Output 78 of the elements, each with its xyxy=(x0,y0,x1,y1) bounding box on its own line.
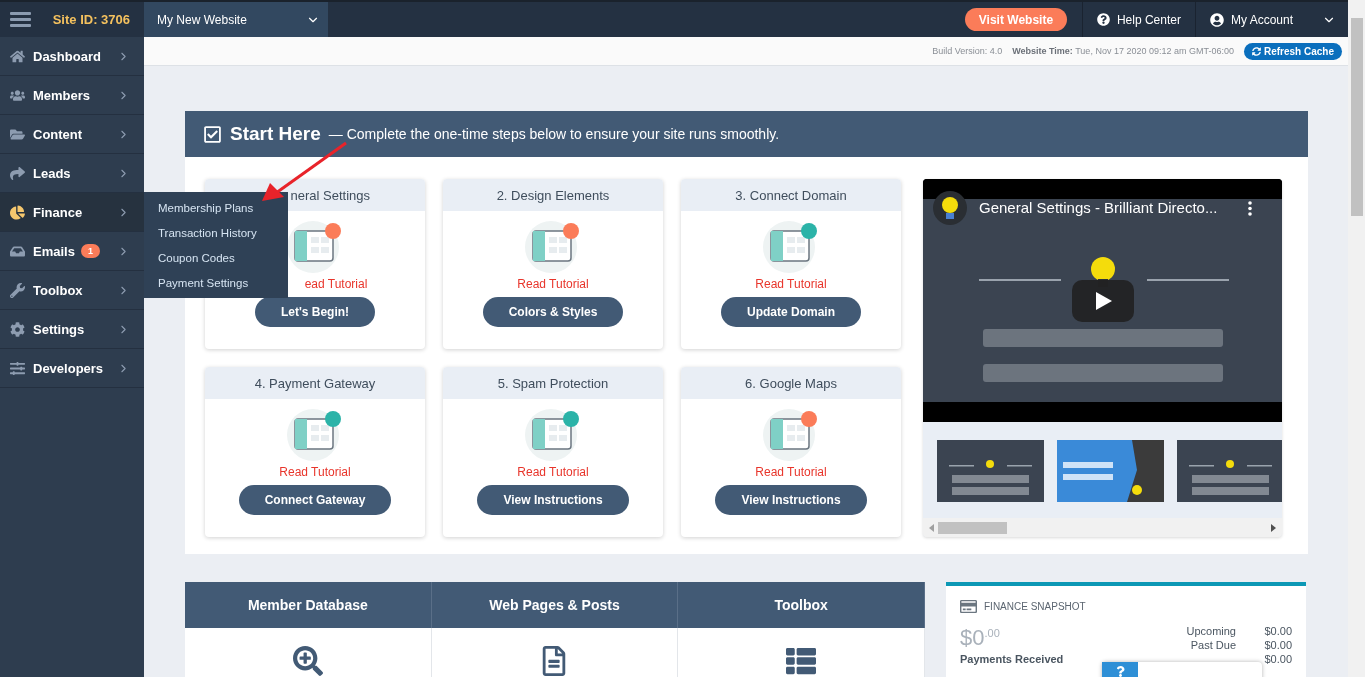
scroll-right-icon[interactable] xyxy=(1271,523,1276,532)
wrench-icon xyxy=(10,282,25,298)
read-tutorial-link[interactable]: Read Tutorial xyxy=(755,465,827,479)
step-button[interactable]: View Instructions xyxy=(477,485,629,515)
payments-received-label: Payments Received xyxy=(960,653,1064,665)
horizontal-scrollbar[interactable] xyxy=(923,518,1282,537)
refresh-icon xyxy=(1251,46,1261,56)
refresh-cache-button[interactable]: Refresh Cache xyxy=(1243,42,1342,60)
home-icon xyxy=(10,48,25,64)
scrollbar-thumb[interactable] xyxy=(938,521,1007,534)
menu-icon[interactable] xyxy=(10,12,31,27)
video-title: General Settings - Brilliant Directo... xyxy=(979,199,1218,216)
sidebar-label: Finance xyxy=(33,204,83,220)
read-tutorial-link[interactable]: ead Tutorial xyxy=(304,277,368,291)
step-title: 4. Payment Gateway xyxy=(254,375,376,391)
shortcut-title[interactable]: Toolbox xyxy=(678,582,925,628)
help-widget[interactable] xyxy=(1102,662,1262,677)
step-title: 6. Google Maps xyxy=(745,375,837,391)
site-id: Site ID: 3706 xyxy=(52,12,130,27)
sidebar-label: Toolbox xyxy=(33,282,83,298)
submenu-item[interactable]: Membership Plans xyxy=(144,195,288,220)
sidebar-item[interactable]: Finance xyxy=(0,193,144,232)
share-icon xyxy=(10,165,25,181)
play-button[interactable] xyxy=(1072,280,1134,322)
sidebar-label: Emails xyxy=(33,243,75,259)
sidebar-label: Developers xyxy=(33,360,104,376)
read-tutorial-link[interactable]: Read Tutorial xyxy=(755,277,827,291)
step-title: 3. Connect Domain xyxy=(735,187,847,203)
read-tutorial-link[interactable]: Read Tutorial xyxy=(279,465,351,479)
website-time: Tue, Nov 17 2020 09:12 am GMT-06:00 xyxy=(1075,46,1234,56)
zoom-in-icon[interactable] xyxy=(292,646,323,676)
checkbox-icon xyxy=(203,124,222,144)
sidebar-label: Settings xyxy=(33,321,85,337)
sidebar-label: Content xyxy=(33,126,83,142)
finance-label: Past Due xyxy=(1189,639,1236,651)
step-button[interactable]: Colors & Styles xyxy=(482,297,624,327)
step-button[interactable]: Connect Gateway xyxy=(238,485,392,515)
finance-label: Upcoming xyxy=(1186,625,1236,637)
step-title: 2. Design Elements xyxy=(496,187,610,203)
pie-chart-icon xyxy=(10,204,25,220)
sidebar-label: Dashboard xyxy=(33,48,101,64)
page-scrollbar[interactable] xyxy=(1348,0,1365,677)
time-label: Website Time: xyxy=(1012,46,1073,56)
step-button[interactable]: View Instructions xyxy=(715,485,867,515)
settings-icon xyxy=(10,321,25,337)
submenu-item[interactable]: Payment Settings xyxy=(144,270,288,295)
build-version: Build Version: 4.0 xyxy=(932,46,1003,56)
read-tutorial-link[interactable]: Read Tutorial xyxy=(517,277,589,291)
step-button[interactable]: Let's Begin! xyxy=(254,297,376,327)
shortcut-title[interactable]: Web Pages & Posts xyxy=(431,582,679,628)
submenu-item[interactable]: Coupon Codes xyxy=(144,245,288,270)
card-title: FINANCE SNAPSHOT xyxy=(984,601,1086,612)
credit-card-icon xyxy=(960,598,977,615)
step-title: neral Settings xyxy=(290,187,370,203)
payments-amount: $0$^{.00}$ xyxy=(960,625,1000,650)
read-tutorial-link[interactable]: Read Tutorial xyxy=(517,465,589,479)
panel-subtitle: — Complete the one-time steps below to ensure your site runs smoothly. xyxy=(328,126,780,142)
submenu-item[interactable]: Transaction History xyxy=(144,220,288,245)
finance-value: $0.00 xyxy=(1263,639,1292,651)
shortcut-title[interactable]: Member Database xyxy=(185,582,432,628)
sidebar-item[interactable]: Emails 1 xyxy=(0,232,144,271)
sidebar-label: Members xyxy=(33,87,91,103)
sliders-icon xyxy=(10,360,25,376)
panel-title: Start Here xyxy=(230,123,321,145)
step-title: 5. Spam Protection xyxy=(497,375,609,391)
users-icon xyxy=(10,87,25,103)
step-button[interactable]: Update Domain xyxy=(721,297,861,327)
sidebar-label: Leads xyxy=(33,165,71,181)
user-icon xyxy=(1209,12,1224,27)
count-badge: 1 xyxy=(80,244,100,258)
finance-value: $0.00 xyxy=(1263,625,1292,637)
help-icon xyxy=(1096,13,1110,26)
question-icon xyxy=(1114,666,1126,677)
website-select[interactable]: My New Website xyxy=(144,2,328,37)
channel-avatar-icon xyxy=(933,191,967,225)
finance-value: $0.00 xyxy=(1263,653,1292,665)
list-icon[interactable] xyxy=(786,646,817,676)
more-icon[interactable] xyxy=(1248,201,1252,216)
